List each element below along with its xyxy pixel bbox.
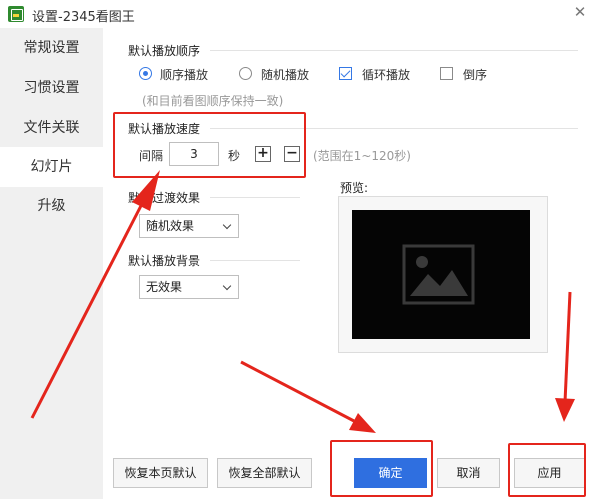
- sidebar-item-slideshow[interactable]: 幻灯片: [0, 147, 103, 187]
- reverse-label[interactable]: 倒序: [463, 66, 487, 83]
- transition-divider: [210, 197, 300, 198]
- cancel-button[interactable]: 取消: [437, 458, 500, 488]
- title-bar: 设置-2345看图王 ✕: [0, 0, 597, 28]
- order-divider: [210, 50, 578, 51]
- restore-all-defaults-button[interactable]: 恢复全部默认: [217, 458, 312, 488]
- background-selected: 无效果: [146, 280, 183, 294]
- arrow-head-apply: [555, 398, 575, 422]
- transition-section-title: 默认过渡效果: [128, 191, 201, 205]
- order-section-title: 默认播放顺序: [128, 44, 201, 58]
- settings-sidebar: 常规设置 习惯设置 文件关联 幻灯片 升级: [0, 28, 103, 499]
- window-title: 设置-2345看图王: [32, 10, 135, 25]
- transition-selected: 随机效果: [146, 219, 195, 233]
- preview-frame: [338, 196, 548, 353]
- image-placeholder-icon: [402, 244, 475, 305]
- order-hint: (和目前看图顺序保持一致): [142, 94, 284, 108]
- loop-checkbox[interactable]: [339, 67, 352, 80]
- transition-select[interactable]: 随机效果: [139, 214, 239, 238]
- chevron-down-icon: [222, 220, 232, 230]
- sequential-label[interactable]: 顺序播放: [160, 66, 208, 83]
- chevron-down-icon: [222, 281, 232, 291]
- sidebar-item-general[interactable]: 常规设置: [0, 28, 103, 68]
- reverse-checkbox[interactable]: [440, 67, 453, 80]
- preview-label: 预览:: [340, 181, 369, 195]
- preview-area: [352, 210, 530, 339]
- close-icon[interactable]: ✕: [572, 4, 588, 20]
- loop-label[interactable]: 循环播放: [362, 66, 410, 83]
- restore-page-defaults-button[interactable]: 恢复本页默认: [113, 458, 208, 488]
- annotation-box-apply: [508, 443, 586, 497]
- arrow-head-ok: [349, 413, 376, 433]
- sidebar-item-file-association[interactable]: 文件关联: [0, 108, 103, 148]
- background-section-title: 默认播放背景: [128, 254, 201, 268]
- annotation-box-speed: [113, 112, 306, 178]
- background-select[interactable]: 无效果: [139, 275, 239, 299]
- sequential-radio[interactable]: [139, 67, 152, 80]
- background-divider: [210, 260, 300, 261]
- app-logo-icon: [8, 6, 24, 22]
- range-hint: (范围在1~120秒): [313, 149, 411, 163]
- sidebar-item-upgrade[interactable]: 升级: [0, 186, 103, 226]
- random-radio[interactable]: [239, 67, 252, 80]
- annotation-box-ok: [330, 440, 433, 497]
- random-label[interactable]: 随机播放: [261, 66, 309, 83]
- sidebar-item-habits[interactable]: 习惯设置: [0, 68, 103, 108]
